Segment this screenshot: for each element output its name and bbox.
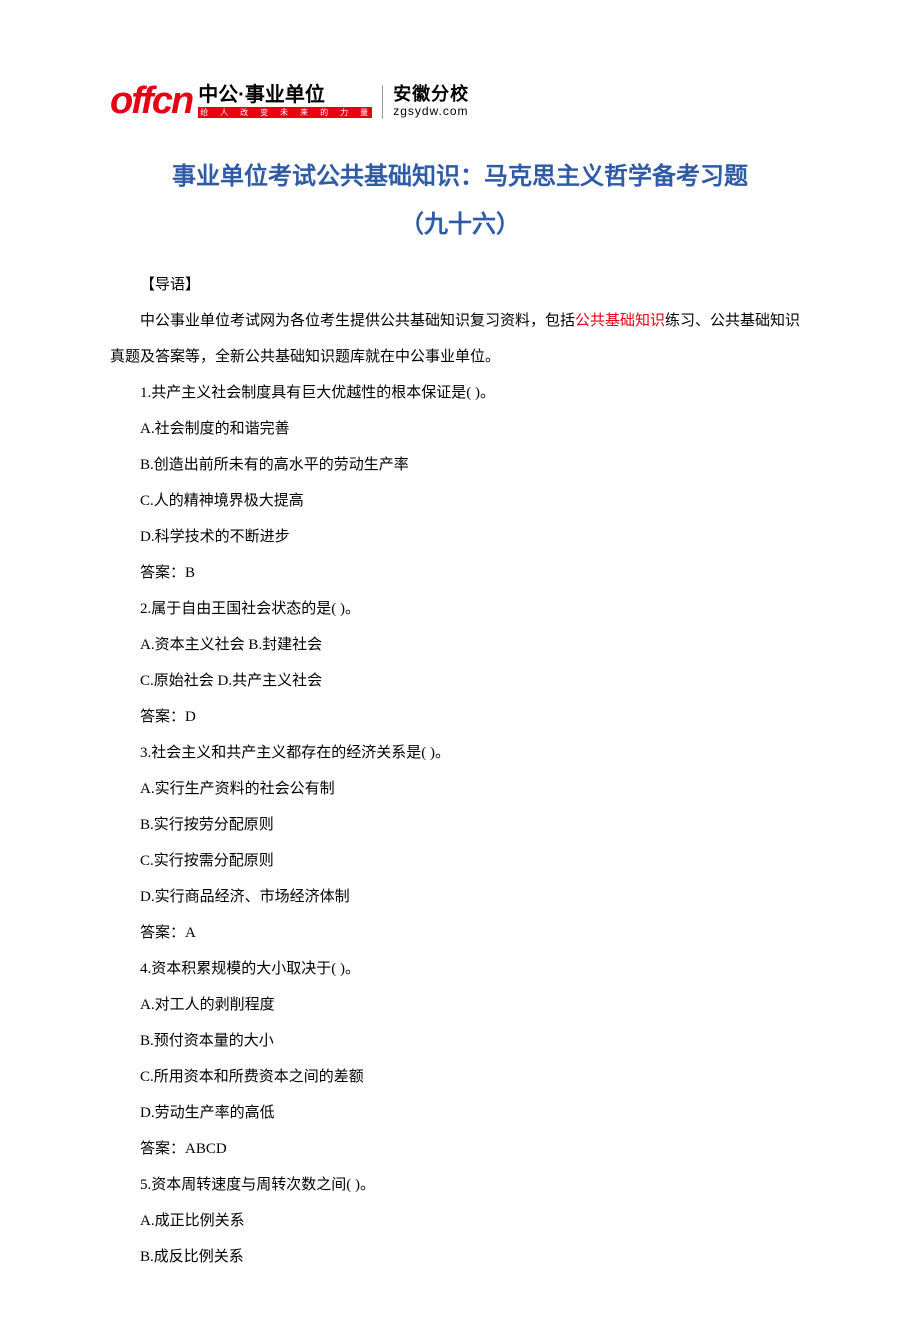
option-4a: A.对工人的剥削程度 bbox=[110, 987, 810, 1023]
document-title: 事业单位考试公共基础知识：马克思主义哲学备考习题 （九十六） bbox=[110, 153, 810, 249]
document-content: 【导语】 中公事业单位考试网为各位考生提供公共基础知识复习资料，包括公共基础知识… bbox=[110, 267, 810, 1275]
answer-2: 答案：D bbox=[110, 699, 810, 735]
option-5a: A.成正比例关系 bbox=[110, 1203, 810, 1239]
option-1b: B.创造出前所未有的高水平的劳动生产率 bbox=[110, 447, 810, 483]
question-4: 4.资本积累规模的大小取决于( )。 bbox=[110, 951, 810, 987]
logo-slogan: 给 人 改 变 未 来 的 力 量 bbox=[198, 107, 372, 119]
option-3c: C.实行按需分配原则 bbox=[110, 843, 810, 879]
intro-paragraph: 中公事业单位考试网为各位考生提供公共基础知识复习资料，包括公共基础知识练习、公共… bbox=[110, 303, 810, 375]
option-1d: D.科学技术的不断进步 bbox=[110, 519, 810, 555]
logo-block: offcn 中公·事业单位 给 人 改 变 未 来 的 力 量 安徽分校 zgs… bbox=[110, 80, 810, 123]
logo-branch-url: zgsydw.com bbox=[393, 105, 469, 118]
logo-divider bbox=[382, 85, 383, 119]
intro-pre: 中公事业单位考试网为各位考生提供公共基础知识复习资料，包括 bbox=[140, 313, 575, 329]
option-5b: B.成反比例关系 bbox=[110, 1239, 810, 1275]
logo-brand-en: offcn bbox=[110, 80, 192, 123]
question-1: 1.共产主义社会制度具有巨大优越性的根本保证是( )。 bbox=[110, 375, 810, 411]
intro-label: 【导语】 bbox=[110, 267, 810, 303]
option-4c: C.所用资本和所费资本之间的差额 bbox=[110, 1059, 810, 1095]
option-2cd: C.原始社会 D.共产主义社会 bbox=[110, 663, 810, 699]
document-page: offcn 中公·事业单位 给 人 改 变 未 来 的 力 量 安徽分校 zgs… bbox=[0, 0, 920, 1335]
option-3d: D.实行商品经济、市场经济体制 bbox=[110, 879, 810, 915]
logo-branch-cn: 安徽分校 bbox=[393, 85, 469, 105]
question-2: 2.属于自由王国社会状态的是( )。 bbox=[110, 591, 810, 627]
answer-4: 答案：ABCD bbox=[110, 1131, 810, 1167]
title-line-1: 事业单位考试公共基础知识：马克思主义哲学备考习题 bbox=[110, 153, 810, 201]
logo-right: 安徽分校 zgsydw.com bbox=[393, 85, 469, 118]
option-1c: C.人的精神境界极大提高 bbox=[110, 483, 810, 519]
option-4d: D.劳动生产率的高低 bbox=[110, 1095, 810, 1131]
option-3a: A.实行生产资料的社会公有制 bbox=[110, 771, 810, 807]
logo-brand-cn: 中公·事业单位 bbox=[198, 85, 372, 105]
intro-highlight: 公共基础知识 bbox=[575, 313, 665, 329]
option-3b: B.实行按劳分配原则 bbox=[110, 807, 810, 843]
option-4b: B.预付资本量的大小 bbox=[110, 1023, 810, 1059]
question-5: 5.资本周转速度与周转次数之间( )。 bbox=[110, 1167, 810, 1203]
question-3: 3.社会主义和共产主义都存在的经济关系是( )。 bbox=[110, 735, 810, 771]
option-2ab: A.资本主义社会 B.封建社会 bbox=[110, 627, 810, 663]
answer-3: 答案：A bbox=[110, 915, 810, 951]
answer-1: 答案：B bbox=[110, 555, 810, 591]
logo-middle: 中公·事业单位 给 人 改 变 未 来 的 力 量 bbox=[198, 85, 372, 119]
option-1a: A.社会制度的和谐完善 bbox=[110, 411, 810, 447]
title-line-2: （九十六） bbox=[110, 201, 810, 249]
